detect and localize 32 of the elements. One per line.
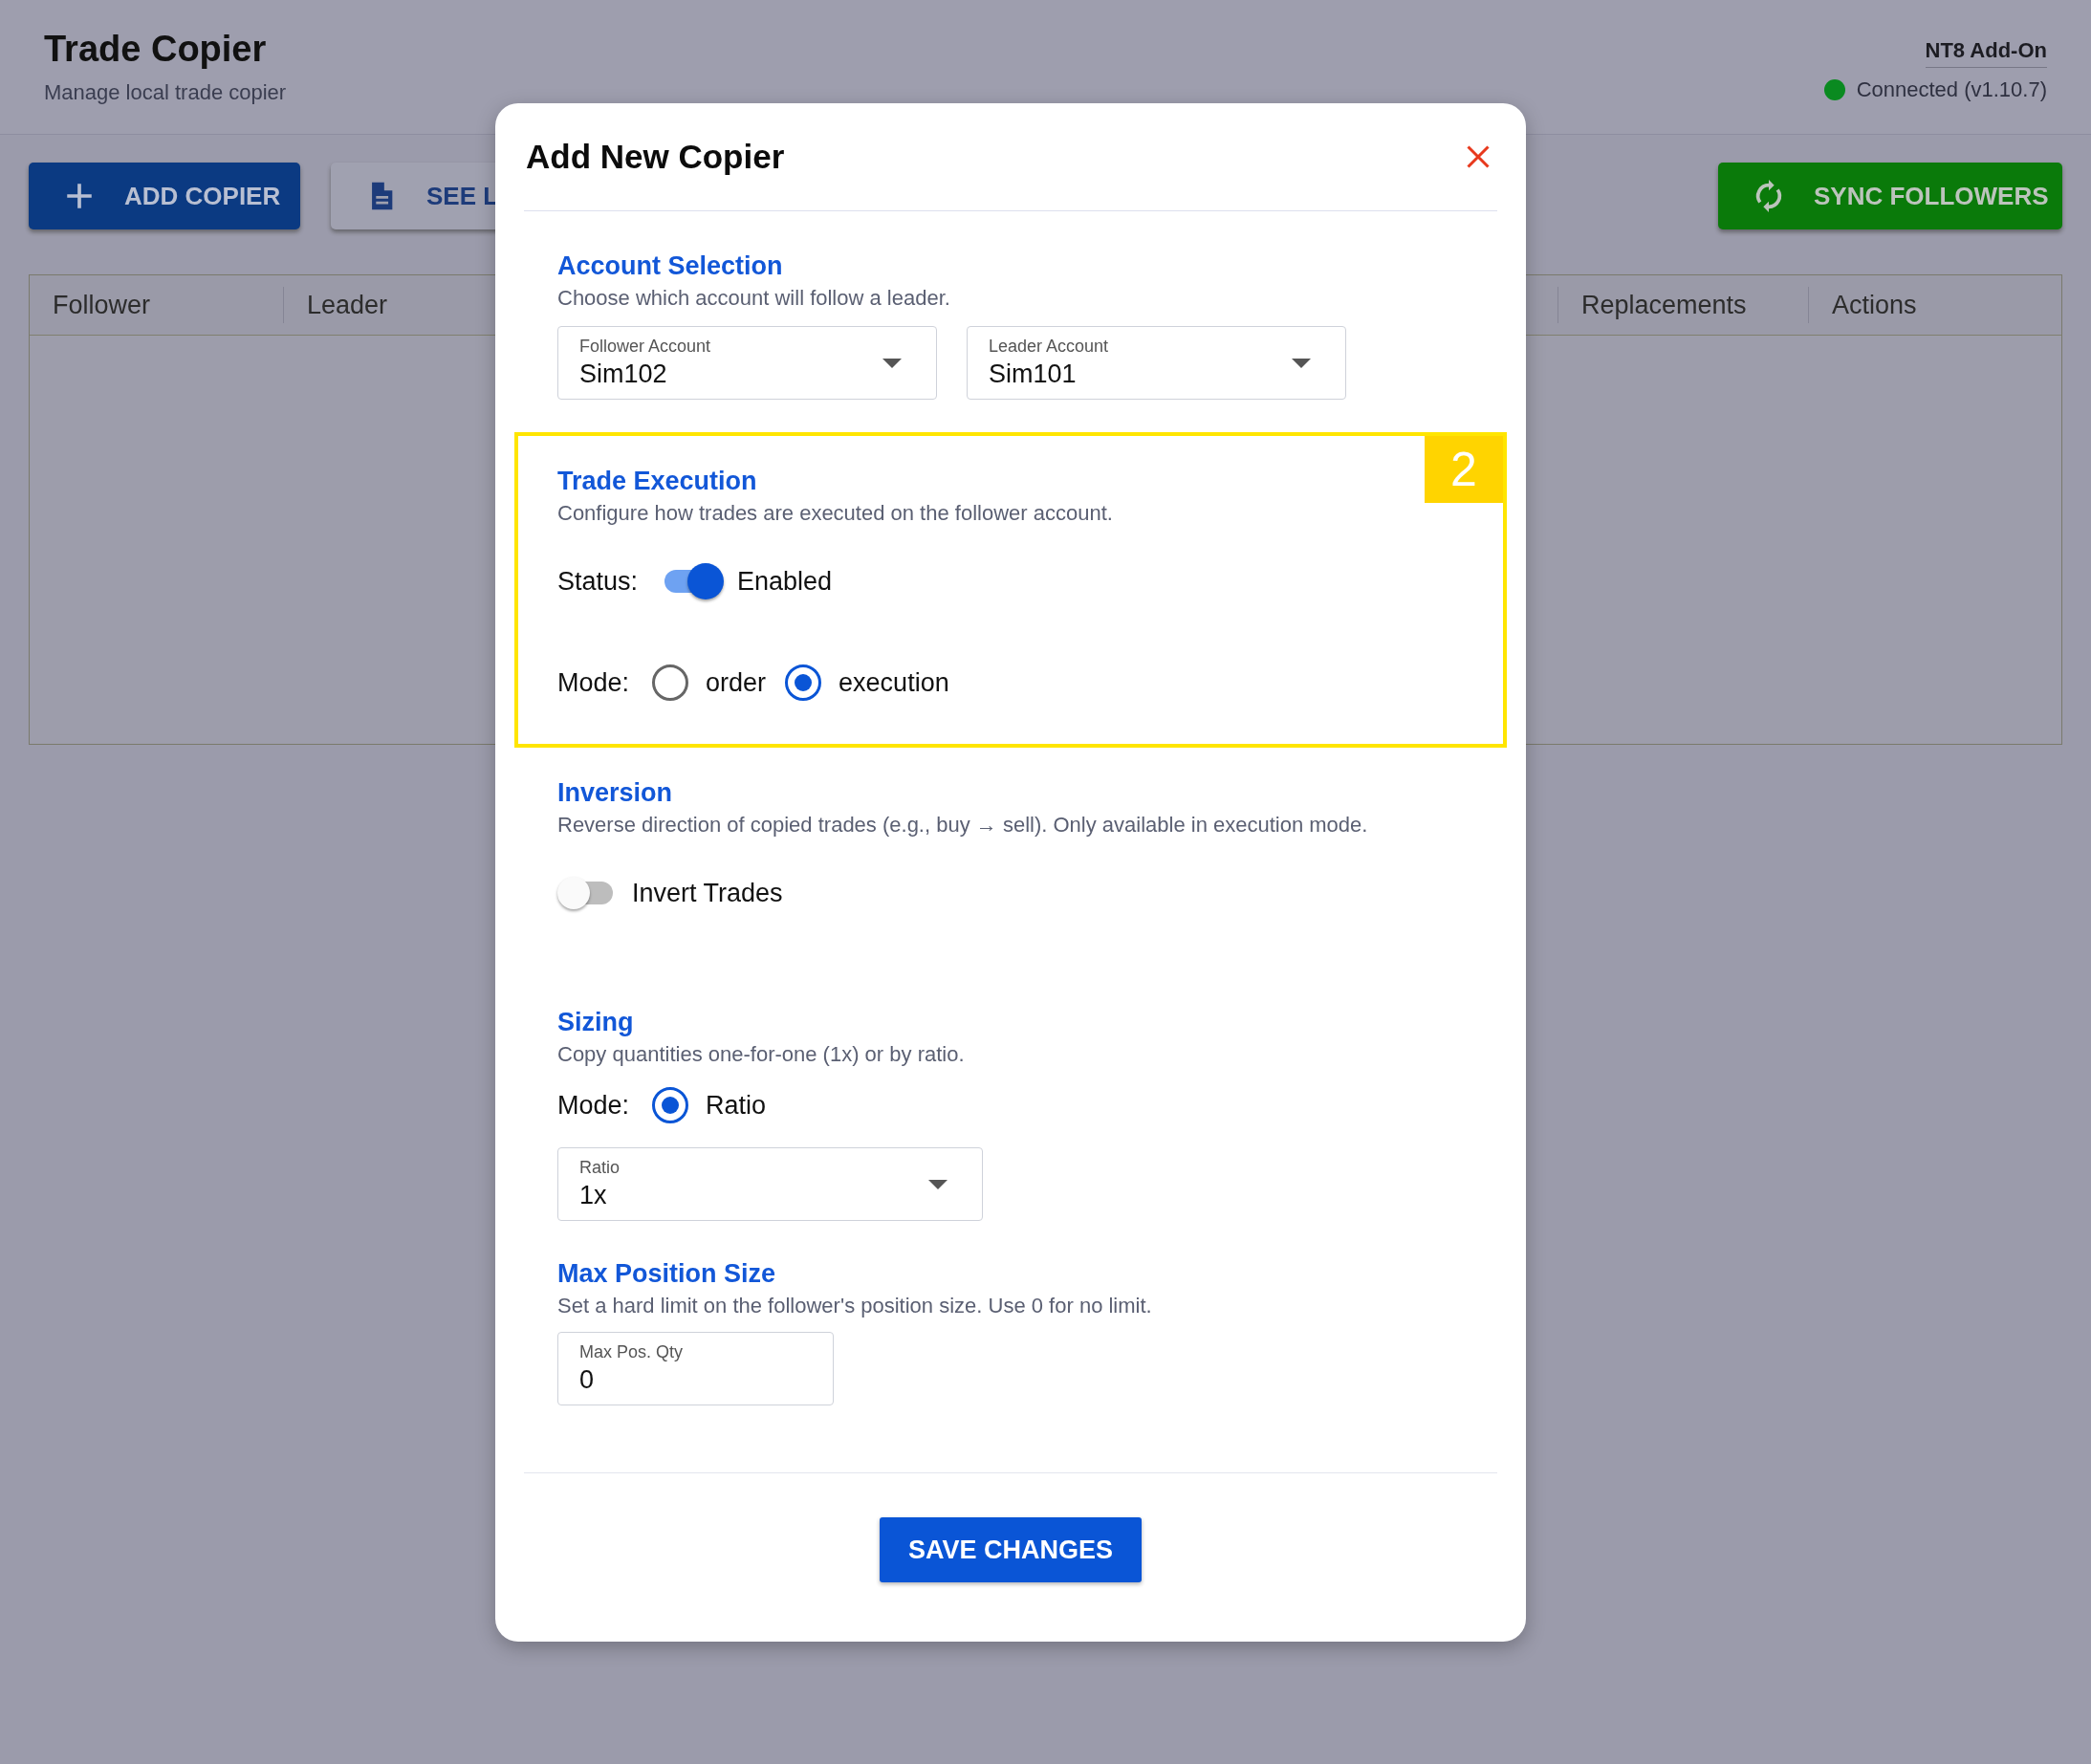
mode-label: Mode: (557, 1090, 630, 1121)
column-header: Actions (1808, 287, 2061, 323)
column-header: Follower (52, 289, 152, 321)
section-description: Set a hard limit on the follower's position size. Use 0 for no limit. (557, 1294, 1153, 1318)
status-label: Status: (557, 566, 639, 597)
max-qty-field[interactable]: Max Pos. Qty 0 (557, 1332, 834, 1405)
mode-label: Mode: (557, 667, 630, 698)
connection-status: Connected (v1.10.7) (1856, 77, 2047, 102)
radio-label: Ratio (706, 1090, 767, 1121)
addon-label: NT8 Add-On (1925, 38, 2047, 68)
section-title: Sizing (557, 1007, 635, 1038)
radio-label: execution (839, 667, 949, 698)
toggle-label: Enabled (737, 566, 833, 597)
toggle-label: Invert Trades (632, 878, 783, 908)
add-copier-button[interactable]: ADD COPIER (29, 163, 300, 229)
app-title: Trade Copier (44, 28, 268, 71)
section-description: Choose which account will follow a leader. (557, 286, 951, 311)
column-header: Replacements (1557, 287, 1808, 323)
section-title: Trade Execution (557, 466, 758, 497)
ratio-select[interactable]: Ratio 1x (557, 1147, 983, 1221)
section-description: Configure how trades are executed on the follower account. (557, 501, 1114, 526)
section-description: Copy quantities one-for-one (1x) or by ratio. (557, 1042, 966, 1067)
section-title: Account Selection (557, 250, 784, 282)
save-changes-button[interactable]: SAVE CHANGES (879, 1517, 1142, 1582)
radio-label: order (706, 667, 767, 698)
account-select[interactable]: Follower Account Sim102 (557, 326, 937, 400)
account-select[interactable]: Leader Account Sim101 (967, 326, 1346, 400)
section-title: Max Position Size (557, 1258, 777, 1290)
section-title: Inversion (557, 777, 674, 809)
step-badge: 2 (1425, 436, 1503, 503)
section-description: Reverse direction of copied trades (e.g., buy → sell). Only available in execution mode. (557, 813, 1369, 838)
app-subtitle: Manage local trade copier (44, 80, 287, 105)
